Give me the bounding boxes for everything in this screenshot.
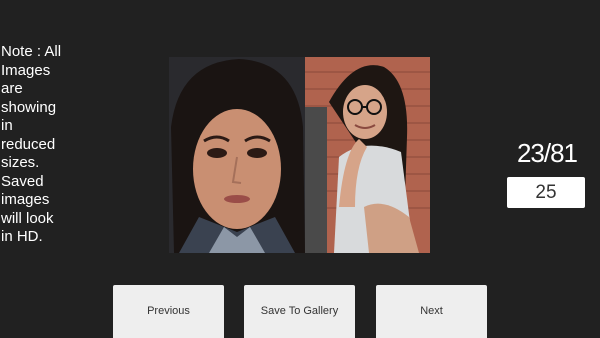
page-jump-input[interactable]	[507, 177, 585, 208]
save-to-gallery-button[interactable]: Save To Gallery	[244, 285, 355, 338]
left-portrait	[169, 57, 305, 253]
wallpaper-image[interactable]	[169, 57, 430, 253]
next-button[interactable]: Next	[376, 285, 487, 338]
wallpaper-collage	[169, 57, 430, 253]
image-counter: 23/81	[516, 138, 578, 168]
note-text: Note : All Images are showing in reduced…	[1, 43, 62, 245]
right-photo	[305, 57, 430, 253]
previous-button[interactable]: Previous	[113, 285, 224, 338]
